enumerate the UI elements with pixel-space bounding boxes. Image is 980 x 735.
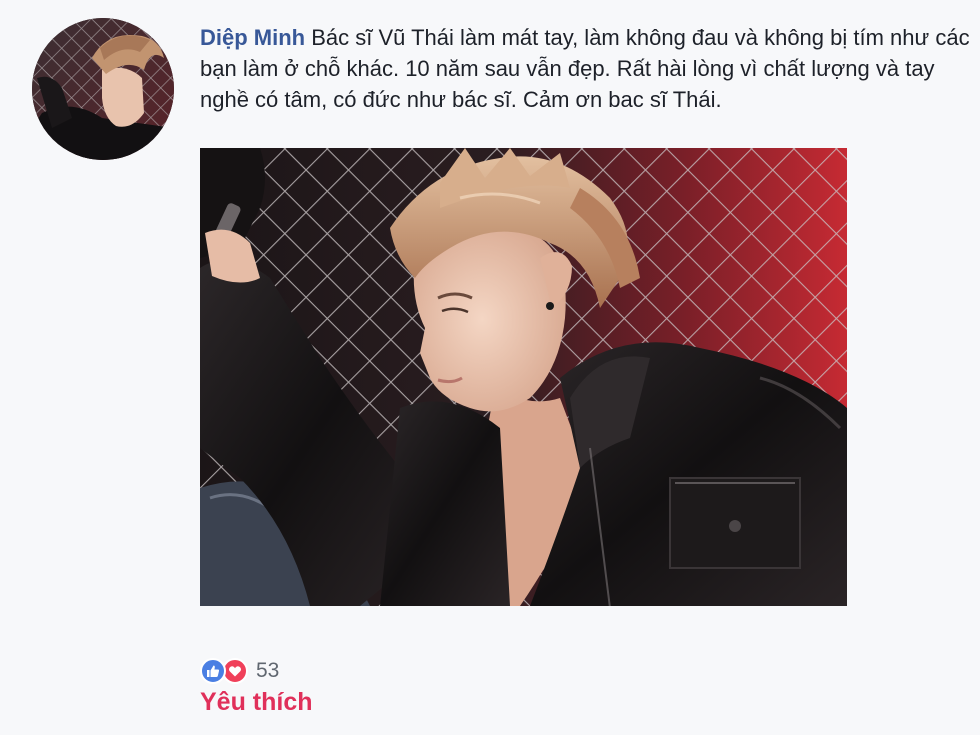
avatar-image xyxy=(32,18,174,160)
reaction-summary[interactable]: 53 xyxy=(200,657,279,685)
reaction-count[interactable]: 53 xyxy=(256,659,279,683)
comment-card: Diệp Minh Bác sĩ Vũ Thái làm mát tay, là… xyxy=(0,0,980,735)
reaction-label[interactable]: Yêu thích xyxy=(200,688,313,717)
comment-photo[interactable] xyxy=(200,148,847,606)
comment-message: Bác sĩ Vũ Thái làm mát tay, làm không đa… xyxy=(200,25,970,112)
author-name[interactable]: Diệp Minh xyxy=(200,25,305,50)
like-icon xyxy=(200,658,226,684)
photo-image xyxy=(200,148,847,606)
comment-body: Diệp Minh Bác sĩ Vũ Thái làm mát tay, là… xyxy=(200,22,970,115)
avatar[interactable] xyxy=(32,18,174,160)
